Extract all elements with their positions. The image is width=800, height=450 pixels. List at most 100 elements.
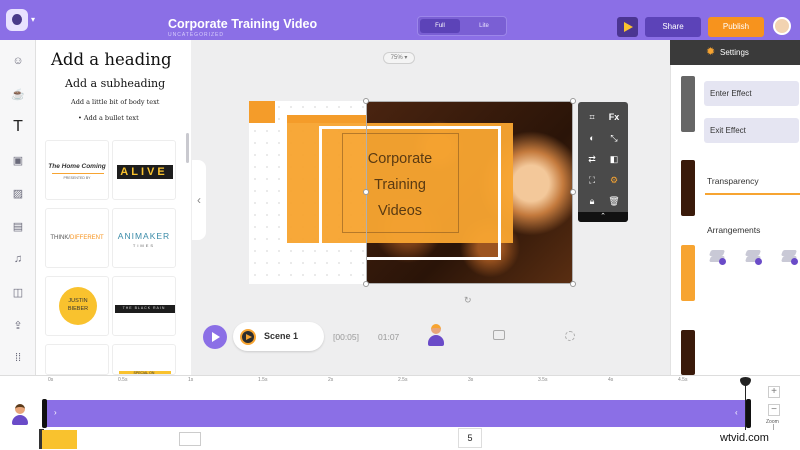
scene-name: Scene 1: [264, 331, 299, 341]
tile-label: JUSTIN BIEBER: [67, 298, 89, 312]
characters-icon[interactable]: ☺: [9, 52, 27, 70]
scene-start-time: [00:05]: [333, 332, 359, 342]
tile-divider: [52, 173, 104, 174]
effects-fx-button[interactable]: Fx: [607, 110, 621, 124]
selection-box[interactable]: [366, 101, 573, 284]
project-title-group: Corporate Training Video UNCATEGORIZED: [168, 17, 317, 38]
view-lite-button[interactable]: Lite: [464, 19, 504, 33]
send-backward-icon[interactable]: [744, 248, 762, 265]
tile-label: THINK/DIFFERENT: [50, 235, 104, 241]
exit-effect-button[interactable]: Exit Effect: [704, 118, 799, 143]
publish-button[interactable]: Publish: [708, 17, 764, 37]
scene-play-icon[interactable]: [240, 329, 256, 345]
settings-gear-icon[interactable]: ⚙: [607, 173, 621, 187]
images-icon[interactable]: ▨: [9, 185, 27, 203]
video-icon[interactable]: ▤: [9, 218, 27, 236]
zoom-out-button[interactable]: −: [768, 404, 780, 416]
more-icon[interactable]: ⁞⁞: [9, 349, 27, 367]
add-heading-preset[interactable]: Add a heading: [51, 50, 172, 69]
page-number-clip[interactable]: 5: [458, 428, 482, 448]
text-style-home-coming[interactable]: The Home Coming PRESENTED BY: [45, 140, 109, 200]
text-style-think-different[interactable]: THINK/DIFFERENT: [45, 208, 109, 268]
add-subheading-preset[interactable]: Add a subheading: [65, 77, 165, 90]
arrangements-label: Arrangements: [707, 225, 761, 235]
camera-focus-icon[interactable]: [565, 331, 575, 341]
resize-handle[interactable]: [363, 189, 369, 195]
delete-icon[interactable]: 🗑︎: [607, 194, 621, 208]
resize-handle[interactable]: [570, 189, 576, 195]
collapse-panel-chevron-icon[interactable]: ‹: [192, 160, 206, 240]
effects-icon[interactable]: ◫: [9, 284, 27, 302]
tile-sublabel: PRESENTED BY: [63, 176, 91, 180]
view-full-button[interactable]: Full: [420, 19, 460, 33]
scene-thumbnail[interactable]: [681, 245, 695, 301]
panel-scrollbar[interactable]: [186, 133, 189, 163]
timeline-tick: 0s: [48, 377, 54, 383]
scene-thumbnail[interactable]: [681, 160, 695, 216]
props-icon[interactable]: ☕: [9, 86, 27, 104]
group-icon[interactable]: ⛶: [585, 173, 599, 187]
settings-tab[interactable]: Settings: [670, 40, 800, 65]
white-clip[interactable]: [179, 432, 201, 446]
text-style-animaker[interactable]: ANIMAKER TIMES: [112, 208, 176, 268]
path-icon[interactable]: ⤡: [607, 131, 621, 145]
orange-band-shape[interactable]: [287, 115, 367, 123]
rotate-icon[interactable]: ↻: [464, 295, 472, 306]
track-end-handle[interactable]: [746, 399, 751, 428]
zoom-in-button[interactable]: +: [768, 386, 780, 398]
character-track-icon[interactable]: [12, 404, 28, 426]
scene-thumbnail[interactable]: [681, 76, 695, 132]
resize-handle[interactable]: [570, 98, 576, 104]
flip-icon[interactable]: ◧: [607, 152, 621, 166]
preview-play-button[interactable]: [617, 17, 638, 37]
tile-label: ALIVE: [120, 166, 168, 178]
text-style-black-rain[interactable]: THE BLACK RAIN: [112, 276, 176, 336]
transparency-label: Transparency: [707, 176, 759, 186]
add-bullet-text-preset[interactable]: • Add a bullet text: [78, 114, 139, 122]
video-clip-icon[interactable]: [493, 330, 505, 340]
text-style-alive[interactable]: ALIVE: [112, 140, 176, 200]
character-track-bar[interactable]: [45, 400, 750, 427]
app-logo-icon[interactable]: [6, 9, 28, 31]
orange-clip[interactable]: [42, 430, 77, 449]
timeline-tick: 4s: [608, 377, 614, 383]
text-style-justin-bieber[interactable]: JUSTIN BIEBER: [45, 276, 109, 336]
add-body-text-preset[interactable]: Add a little bit of body text: [71, 98, 159, 106]
resize-handle[interactable]: [363, 281, 369, 287]
crop-icon[interactable]: ⌗: [585, 110, 599, 124]
user-avatar[interactable]: [773, 17, 791, 35]
share-button[interactable]: Share: [645, 17, 701, 37]
character-icon[interactable]: [428, 324, 444, 348]
project-folder[interactable]: UNCATEGORIZED: [168, 32, 317, 38]
project-title[interactable]: Corporate Training Video: [168, 17, 317, 31]
upload-icon[interactable]: ⇪: [9, 317, 27, 335]
resize-handle[interactable]: [363, 98, 369, 104]
text-icon[interactable]: T: [9, 118, 27, 136]
playhead[interactable]: [745, 381, 746, 430]
zoom-slider[interactable]: [773, 424, 774, 430]
element-toolbox: ⌗ Fx ◐ ⤡ ⇄ ◧ ⛶ ⚙ 🔒︎ 🗑︎: [578, 102, 628, 222]
music-icon[interactable]: ♫: [9, 250, 27, 268]
lock-icon[interactable]: 🔒︎: [585, 194, 599, 208]
orange-corner-shape[interactable]: [249, 101, 275, 123]
play-scene-button[interactable]: [203, 325, 227, 349]
timeline-tick: 1.5s: [258, 377, 268, 383]
logo-menu-caret-icon[interactable]: ▾: [31, 15, 35, 24]
transparency-slider[interactable]: [705, 193, 800, 195]
swap-icon[interactable]: ⇄: [585, 152, 599, 166]
collapse-toolbox-chevron-icon[interactable]: ⌃: [578, 212, 628, 222]
text-style-blank[interactable]: [45, 344, 109, 375]
watermark: wtvid.com: [720, 432, 769, 444]
canvas-zoom-select[interactable]: 75% ▾: [383, 52, 415, 64]
scene-thumbnail[interactable]: [681, 330, 695, 375]
bring-forward-icon[interactable]: [708, 248, 726, 265]
text-style-special[interactable]: SPECIAL ON: [112, 344, 176, 375]
timeline-tick: 2.5s: [398, 377, 408, 383]
backgrounds-icon[interactable]: ▣: [9, 152, 27, 170]
color-icon[interactable]: ◐: [585, 131, 599, 145]
track-start-handle[interactable]: [42, 399, 47, 428]
enter-effect-button[interactable]: Enter Effect: [704, 81, 799, 106]
bring-to-front-icon[interactable]: [780, 248, 798, 265]
scene-selector[interactable]: Scene 1: [233, 322, 324, 351]
resize-handle[interactable]: [570, 281, 576, 287]
